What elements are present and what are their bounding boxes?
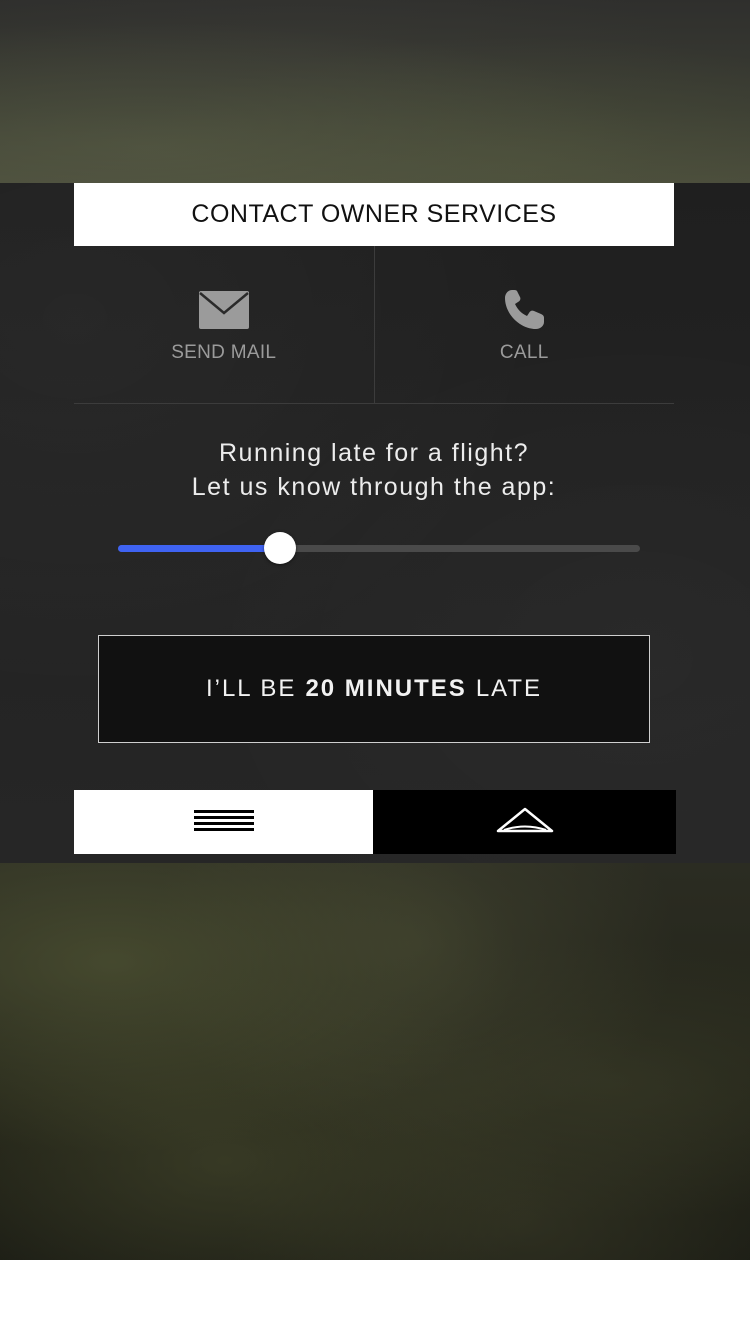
late-prompt-line1: Running late for a flight? bbox=[218, 439, 529, 467]
page-title: CONTACT OWNER SERVICES bbox=[74, 183, 674, 246]
send-mail-label: SEND MAIL bbox=[171, 341, 277, 363]
contact-options: SEND MAIL CALL bbox=[74, 246, 674, 404]
late-button-suffix: LATE bbox=[475, 675, 543, 702]
call-label: CALL bbox=[499, 341, 549, 363]
slider-fill bbox=[118, 545, 280, 552]
background-landscape-bottom bbox=[0, 863, 750, 1260]
late-prompt: Running late for a flight? Let us know t… bbox=[74, 436, 674, 504]
call-button[interactable]: CALL bbox=[375, 246, 675, 403]
bottom-tab-bar bbox=[74, 790, 676, 854]
page-title-text: CONTACT OWNER SERVICES bbox=[191, 200, 557, 228]
phone-icon bbox=[502, 286, 546, 334]
late-button-prefix: I’LL BE bbox=[205, 675, 297, 702]
hamburger-menu-icon bbox=[193, 809, 254, 836]
late-prompt-line2: Let us know through the app: bbox=[191, 473, 557, 501]
send-mail-button[interactable]: SEND MAIL bbox=[74, 246, 375, 403]
envelope-icon bbox=[198, 286, 249, 334]
wing-logo-icon bbox=[496, 806, 554, 839]
background-landscape-top bbox=[0, 0, 750, 183]
home-tab[interactable] bbox=[373, 790, 676, 854]
late-button-minutes: 20 MINUTES bbox=[305, 675, 467, 702]
menu-tab[interactable] bbox=[74, 790, 373, 854]
slider-thumb[interactable] bbox=[263, 532, 296, 564]
late-submit-button[interactable]: I’LL BE 20 MINUTES LATE bbox=[98, 635, 650, 743]
late-minutes-slider[interactable] bbox=[118, 532, 640, 564]
